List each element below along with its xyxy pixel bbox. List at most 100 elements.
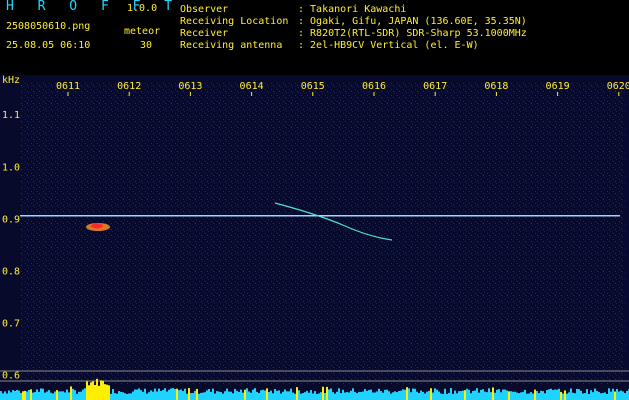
signal-level-bar bbox=[198, 393, 200, 400]
signal-level-bar bbox=[70, 386, 72, 400]
signal-level-bar bbox=[354, 391, 356, 400]
signal-level-bar bbox=[442, 393, 444, 400]
signal-level-bar bbox=[412, 388, 414, 400]
signal-level-bar bbox=[312, 393, 314, 400]
signal-level-bar bbox=[470, 393, 472, 400]
signal-level-bar bbox=[318, 393, 320, 400]
y-tick-label: 1.0 bbox=[2, 162, 20, 173]
meteor-label: meteor bbox=[124, 26, 161, 37]
signal-level-bar bbox=[172, 388, 174, 400]
signal-level-bar bbox=[292, 392, 294, 400]
signal-level-bar bbox=[146, 393, 148, 400]
signal-level-bar bbox=[452, 393, 454, 400]
signal-level-bar bbox=[218, 391, 220, 400]
signal-level-bar bbox=[602, 392, 604, 400]
signal-level-bar bbox=[122, 392, 124, 400]
signal-level-bar bbox=[592, 392, 594, 400]
signal-level-bar bbox=[84, 388, 86, 400]
signal-level-bar bbox=[514, 391, 516, 400]
signal-level-bar bbox=[508, 391, 510, 400]
spectrogram-noise-field bbox=[20, 83, 625, 385]
signal-level-bar bbox=[130, 393, 132, 400]
signal-level-bar bbox=[22, 391, 24, 400]
signal-level-bar bbox=[86, 381, 88, 400]
signal-level-bar bbox=[466, 388, 468, 400]
signal-level-bar bbox=[432, 392, 434, 400]
signal-level-bar bbox=[520, 392, 522, 400]
signal-level-bar bbox=[578, 389, 580, 400]
signal-level-bar bbox=[408, 388, 410, 400]
signal-level-bar bbox=[232, 393, 234, 400]
info-row-antenna: Receiving antenna: 2el-HB9CV Vertical (e… bbox=[180, 40, 479, 52]
signal-level-bar bbox=[8, 390, 10, 400]
signal-level-bar bbox=[322, 386, 324, 400]
signal-level-bar bbox=[142, 391, 144, 400]
signal-level-bar bbox=[64, 392, 66, 400]
signal-level-bar bbox=[104, 384, 106, 400]
signal-level-bar bbox=[90, 382, 92, 400]
signal-level-bar bbox=[526, 393, 528, 400]
signal-level-bar bbox=[176, 388, 178, 400]
info-key: Observer bbox=[180, 4, 229, 15]
signal-level-bar bbox=[488, 388, 490, 400]
signal-level-bar bbox=[242, 392, 244, 400]
signal-level-bar bbox=[124, 393, 126, 400]
signal-level-bar bbox=[552, 390, 554, 400]
signal-level-bar bbox=[334, 393, 336, 400]
signal-level-bar bbox=[386, 389, 388, 400]
signal-level-bar bbox=[556, 389, 558, 400]
signal-level-bar bbox=[188, 388, 190, 400]
signal-level-bar bbox=[544, 393, 546, 400]
signal-level-bar bbox=[238, 391, 240, 400]
signal-level-bar bbox=[272, 393, 274, 400]
signal-level-bar bbox=[134, 389, 136, 400]
signal-level-bar bbox=[132, 391, 134, 400]
signal-level-bar bbox=[378, 388, 380, 400]
signal-level-bar bbox=[32, 392, 34, 400]
signal-level-bar bbox=[40, 388, 42, 400]
info-key: Receiving Location bbox=[180, 16, 289, 27]
signal-level-bar bbox=[364, 389, 366, 400]
signal-level-bar bbox=[34, 392, 36, 400]
signal-level-bar bbox=[150, 390, 152, 400]
signal-level-bar bbox=[436, 389, 438, 400]
signal-level-bar bbox=[108, 385, 110, 400]
signal-level-bar bbox=[88, 385, 90, 400]
signal-level-bar bbox=[430, 388, 432, 400]
signal-level-bar bbox=[504, 389, 506, 400]
signal-level-bar bbox=[570, 388, 572, 400]
signal-level-bar bbox=[476, 388, 478, 400]
signal-level-bar bbox=[184, 388, 186, 400]
signal-level-bar bbox=[46, 391, 48, 400]
signal-level-bar bbox=[100, 380, 102, 400]
signal-level-bar bbox=[600, 393, 602, 400]
signal-level-bar bbox=[450, 388, 452, 400]
signal-level-bar bbox=[320, 392, 322, 400]
signal-level-bar bbox=[316, 393, 318, 400]
signal-level-bar bbox=[254, 388, 256, 400]
signal-level-bar bbox=[344, 392, 346, 400]
signal-level-bar bbox=[626, 390, 628, 400]
signal-level-bar bbox=[446, 393, 448, 400]
x-tick-label: 0620 bbox=[607, 81, 629, 92]
signal-level-bar bbox=[418, 392, 420, 400]
x-tick-label: 0616 bbox=[362, 81, 386, 92]
signal-level-bar bbox=[614, 391, 616, 400]
signal-level-bar bbox=[350, 390, 352, 400]
signal-level-bar bbox=[230, 391, 232, 400]
signal-level-bar bbox=[36, 389, 38, 400]
signal-level-bar bbox=[534, 389, 536, 400]
signal-level-bar bbox=[216, 391, 218, 400]
signal-level-bar bbox=[390, 393, 392, 400]
signal-level-bar bbox=[252, 389, 254, 400]
y-tick-label: 0.6 bbox=[2, 371, 20, 382]
signal-level-bar bbox=[174, 389, 176, 400]
signal-level-bar bbox=[310, 390, 312, 400]
signal-level-bar bbox=[290, 388, 292, 400]
signal-level-bar bbox=[616, 389, 618, 400]
signal-level-bar bbox=[288, 391, 290, 400]
signal-level-bar bbox=[246, 388, 248, 400]
info-value: : R820T2(RTL-SDR) SDR-Sharp 53.1000MHz bbox=[298, 28, 527, 39]
signal-level-bar bbox=[18, 390, 20, 400]
signal-level-bar bbox=[154, 388, 156, 400]
